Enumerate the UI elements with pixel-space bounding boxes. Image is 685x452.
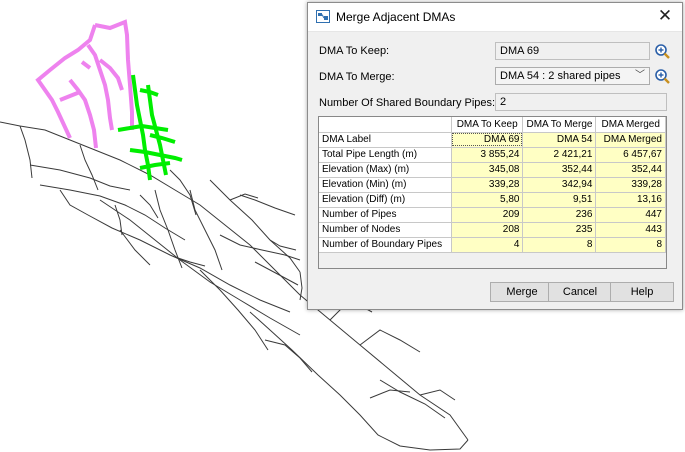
table-header-row: DMA To Keep DMA To Merge DMA Merged bbox=[319, 117, 666, 133]
table-cell[interactable]: 5,80 bbox=[451, 192, 524, 208]
table-cell[interactable]: 339,28 bbox=[595, 177, 666, 193]
dialog-title: Merge Adjacent DMAs bbox=[336, 10, 456, 24]
table-cell[interactable]: DMA 54 bbox=[522, 132, 597, 148]
table-cell[interactable]: 342,94 bbox=[522, 177, 597, 193]
table-row: Elevation (Diff) (m) 5,80 9,51 13,16 bbox=[319, 192, 666, 208]
title-bar[interactable]: Merge Adjacent DMAs ✕ bbox=[308, 3, 682, 32]
column-header[interactable]: DMA To Keep bbox=[451, 117, 524, 133]
table-cell[interactable]: 208 bbox=[451, 222, 524, 238]
help-button[interactable]: Help bbox=[610, 282, 674, 302]
chevron-down-icon: ﹀ bbox=[635, 70, 645, 81]
table-row: Number of Nodes 208 235 443 bbox=[319, 222, 666, 238]
table-row: Total Pipe Length (m) 3 855,24 2 421,21 … bbox=[319, 147, 666, 163]
table-row: Number of Boundary Pipes 4 8 8 bbox=[319, 237, 666, 253]
table-cell[interactable]: 9,51 bbox=[522, 192, 597, 208]
table-cell[interactable]: 447 bbox=[595, 207, 666, 223]
table-cell[interactable]: 236 bbox=[522, 207, 597, 223]
zoom-to-merge-icon[interactable] bbox=[654, 68, 671, 85]
table-cell[interactable]: 352,44 bbox=[522, 162, 597, 178]
table-cell[interactable]: 6 457,67 bbox=[595, 147, 666, 163]
shared-pipes-field[interactable]: 2 bbox=[495, 93, 667, 111]
table-row: Number of Pipes 209 236 447 bbox=[319, 207, 666, 223]
merge-button[interactable]: Merge bbox=[490, 282, 554, 302]
table-cell[interactable]: 8 bbox=[522, 237, 597, 253]
table-cell[interactable]: 209 bbox=[451, 207, 524, 223]
zoom-to-keep-icon[interactable] bbox=[654, 43, 671, 60]
table-cell[interactable]: 4 bbox=[451, 237, 524, 253]
table-cell[interactable]: DMA Merged bbox=[595, 132, 666, 148]
table-cell[interactable]: 2 421,21 bbox=[522, 147, 597, 163]
table-cell[interactable]: 3 855,24 bbox=[451, 147, 524, 163]
table-cell[interactable]: 235 bbox=[522, 222, 597, 238]
row-label: Elevation (Max) (m) bbox=[319, 162, 452, 178]
row-label: Number of Boundary Pipes bbox=[319, 237, 452, 253]
merge-dma-dialog: Merge Adjacent DMAs ✕ DMA To Keep: DMA 6… bbox=[307, 2, 683, 310]
row-label: Elevation (Min) (m) bbox=[319, 177, 452, 193]
cancel-button[interactable]: Cancel bbox=[548, 282, 612, 302]
row-label: Elevation (Diff) (m) bbox=[319, 192, 452, 208]
row-label: Total Pipe Length (m) bbox=[319, 147, 452, 163]
app-icon bbox=[316, 10, 330, 23]
table-cell[interactable]: 345,08 bbox=[451, 162, 524, 178]
table-cell[interactable]: 8 bbox=[595, 237, 666, 253]
dma-to-merge-value: DMA 54 : 2 shared pipes bbox=[500, 70, 621, 82]
dma-to-merge-select[interactable]: DMA 54 : 2 shared pipes ﹀ bbox=[495, 67, 650, 85]
dma-to-keep-field[interactable]: DMA 69 bbox=[495, 42, 650, 60]
table-corner bbox=[319, 117, 452, 133]
comparison-grid[interactable]: DMA To Keep DMA To Merge DMA Merged DMA … bbox=[318, 116, 667, 269]
row-label: Number of Pipes bbox=[319, 207, 452, 223]
table-row: DMA Label DMA 69 DMA 54 DMA Merged bbox=[319, 132, 666, 148]
table-cell[interactable]: 339,28 bbox=[451, 177, 524, 193]
table-cell[interactable]: 352,44 bbox=[595, 162, 666, 178]
dma-to-keep-label: DMA To Keep: bbox=[319, 45, 390, 57]
table-row: Elevation (Max) (m) 345,08 352,44 352,44 bbox=[319, 162, 666, 178]
row-label: DMA Label bbox=[319, 132, 452, 148]
shared-pipes-label: Number Of Shared Boundary Pipes: bbox=[319, 97, 496, 109]
dma-to-merge-label: DMA To Merge: bbox=[319, 71, 395, 83]
row-label: Number of Nodes bbox=[319, 222, 452, 238]
table-row: Elevation (Min) (m) 339,28 342,94 339,28 bbox=[319, 177, 666, 193]
comparison-table: DMA To Keep DMA To Merge DMA Merged DMA … bbox=[319, 117, 666, 253]
table-cell[interactable]: 13,16 bbox=[595, 192, 666, 208]
column-header[interactable]: DMA Merged bbox=[595, 117, 666, 133]
column-header[interactable]: DMA To Merge bbox=[522, 117, 597, 133]
table-cell[interactable]: 443 bbox=[595, 222, 666, 238]
table-cell[interactable]: DMA 69 bbox=[451, 132, 524, 148]
close-icon[interactable]: ✕ bbox=[656, 7, 674, 25]
